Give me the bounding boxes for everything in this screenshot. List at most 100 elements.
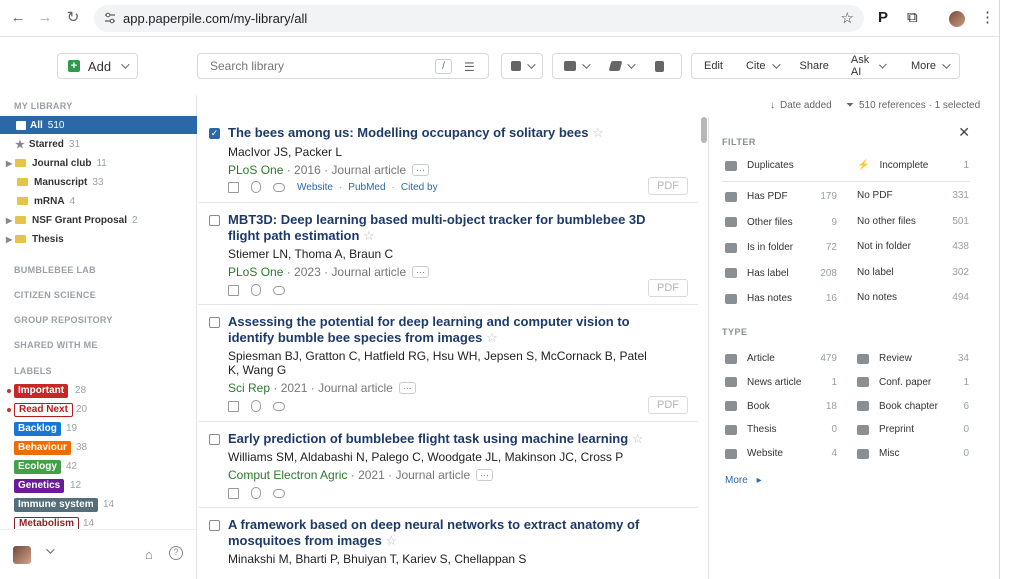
pubmed-link[interactable]: PubMed — [348, 182, 385, 193]
pdf-button[interactable]: PDF — [648, 177, 688, 195]
filter-incomplete[interactable]: ⚡ Incomplete — [857, 160, 928, 171]
filter-5-left[interactable]: Has notes — [725, 293, 792, 304]
star-outline-icon[interactable]: ☆ — [632, 431, 644, 446]
list-item[interactable]: Assessing the potential for deep learnin… — [198, 305, 698, 422]
share-button[interactable]: Share — [789, 54, 840, 78]
filter-2-right[interactable]: No other files — [857, 216, 916, 227]
group-bumblebee-lab[interactable]: BUMBLEBEE LAB — [14, 265, 96, 275]
user-avatar[interactable] — [13, 546, 31, 564]
forward-icon[interactable]: → — [35, 8, 55, 28]
comment-icon[interactable] — [273, 182, 285, 192]
star-outline-icon[interactable]: ☆ — [486, 330, 498, 345]
paper-title[interactable]: MBT3D: Deep learning based multi-object … — [228, 212, 658, 244]
row-checkbox[interactable] — [209, 434, 220, 445]
list-item[interactable]: Early prediction of bumblebee flight tas… — [198, 422, 698, 508]
extensions-puzzle-icon[interactable]: ⧉ — [907, 9, 918, 26]
list-scrollbar[interactable] — [701, 117, 707, 143]
more-menu-button[interactable]: ··· — [412, 164, 430, 176]
filter-5-right[interactable]: No notes — [857, 292, 897, 303]
row-checkbox[interactable] — [209, 215, 220, 226]
expand-arrow-icon[interactable]: ▶ — [6, 216, 12, 225]
type-1-left[interactable]: News article — [725, 377, 801, 388]
filter-3-right[interactable]: Not in folder — [857, 241, 911, 252]
list-item[interactable]: A framework based on deep neural network… — [198, 508, 698, 579]
website-link[interactable]: Website — [297, 182, 333, 193]
more-menu-button[interactable]: ··· — [476, 469, 494, 481]
shared-with-me[interactable]: SHARED WITH ME — [14, 340, 98, 350]
sidebar-item-mrna[interactable]: mRNA 4 — [0, 192, 197, 210]
filter-2-left[interactable]: Other files — [725, 217, 793, 228]
label-ecology[interactable]: Ecology — [14, 460, 61, 474]
star-outline-icon[interactable]: ☆ — [386, 533, 398, 548]
label-backlog[interactable]: Backlog — [14, 422, 61, 436]
label-button[interactable] — [599, 54, 644, 78]
chevron-down-icon[interactable] — [46, 545, 55, 554]
attachment-clip-icon[interactable] — [251, 487, 261, 499]
cited-by-link[interactable]: Cited by — [401, 182, 438, 193]
close-icon[interactable]: ✕ — [958, 124, 970, 141]
more-button[interactable]: More — [895, 54, 959, 78]
attachment-clip-icon[interactable] — [251, 284, 261, 296]
trash-button[interactable] — [644, 54, 675, 78]
filter-3-left[interactable]: Is in folder — [725, 242, 793, 253]
filter-1-left[interactable]: Has PDF — [725, 191, 788, 202]
more-menu-button[interactable]: ··· — [412, 266, 430, 278]
more-menu-button[interactable]: ··· — [398, 382, 416, 394]
url-text[interactable]: app.paperpile.com/my-library/all — [123, 11, 307, 26]
bookmark-star-icon[interactable]: ☆ — [841, 9, 854, 27]
more-types-link[interactable]: More ▸ — [725, 475, 762, 486]
sidebar-item-manuscript[interactable]: Manuscript 33 — [0, 173, 197, 191]
label-immune-system[interactable]: Immune system — [14, 498, 98, 512]
label-read-next[interactable]: Read Next — [14, 403, 73, 417]
sidebar-item-all[interactable]: All 510 — [0, 116, 197, 134]
sidebar-item-thesis[interactable]: ▶ Thesis — [0, 230, 197, 248]
sidebar-item-starred[interactable]: ★ Starred 31 — [0, 135, 197, 153]
help-icon[interactable]: ? — [169, 546, 183, 560]
sort-control[interactable]: ↓ Date added — [770, 100, 832, 111]
expand-arrow-icon[interactable]: ▶ — [6, 159, 12, 168]
row-checkbox[interactable] — [209, 520, 220, 531]
notes-doc-icon[interactable] — [228, 400, 239, 412]
notes-doc-icon[interactable] — [228, 181, 239, 193]
attachment-clip-icon[interactable] — [251, 181, 261, 193]
browser-menu-icon[interactable]: ⋮ — [980, 8, 995, 26]
label-important[interactable]: Important — [14, 384, 69, 398]
row-checkbox[interactable] — [209, 317, 220, 328]
institution-icon[interactable]: ⌂ — [145, 547, 153, 562]
sidebar-item-nsf-grant-proposal[interactable]: ▶ NSF Grant Proposal 2 — [0, 211, 197, 229]
type-4-right[interactable]: Misc — [857, 448, 900, 459]
label-behaviour[interactable]: Behaviour — [14, 441, 71, 455]
address-bar[interactable]: app.paperpile.com/my-library/all ☆ — [94, 5, 864, 32]
type-3-right[interactable]: Preprint — [857, 424, 914, 435]
expand-arrow-icon[interactable]: ▶ — [6, 235, 12, 244]
notes-doc-icon[interactable] — [228, 284, 239, 296]
comment-icon[interactable] — [273, 488, 285, 498]
reload-icon[interactable]: ↻ — [63, 8, 83, 28]
pdf-button[interactable]: PDF — [648, 279, 688, 297]
pdf-button[interactable]: PDF — [648, 396, 688, 414]
filter-1-right[interactable]: No PDF — [857, 190, 893, 201]
label-genetics[interactable]: Genetics — [14, 479, 65, 493]
comment-icon[interactable] — [273, 401, 285, 411]
cite-button[interactable]: Cite — [735, 54, 789, 78]
type-0-right[interactable]: Review — [857, 353, 912, 364]
ask-ai-button[interactable]: Ask AI — [840, 54, 895, 78]
star-outline-icon[interactable]: ☆ — [592, 125, 604, 140]
row-checkbox[interactable]: ✓ — [209, 128, 220, 139]
paper-title[interactable]: Early prediction of bumblebee flight tas… — [228, 431, 658, 447]
type-0-left[interactable]: Article — [725, 353, 775, 364]
comment-icon[interactable] — [273, 285, 285, 295]
profile-avatar[interactable] — [949, 11, 965, 27]
group-citizen-science[interactable]: CITIZEN SCIENCE — [14, 290, 96, 300]
type-2-right[interactable]: Book chapter — [857, 401, 938, 412]
move-to-folder-button[interactable] — [553, 54, 599, 78]
edit-button[interactable]: Edit — [692, 54, 735, 78]
search-input[interactable] — [210, 59, 420, 73]
type-4-left[interactable]: Website — [725, 448, 783, 459]
filter-4-right[interactable]: No label — [857, 267, 894, 278]
list-item[interactable]: ✓ The bees among us: Modelling occupancy… — [198, 117, 698, 203]
site-settings-icon[interactable] — [104, 11, 116, 25]
back-icon[interactable]: ← — [8, 8, 28, 28]
select-menu-button[interactable] — [501, 53, 543, 79]
sidebar-item-journal-club[interactable]: ▶ Journal club 11 — [0, 154, 197, 172]
